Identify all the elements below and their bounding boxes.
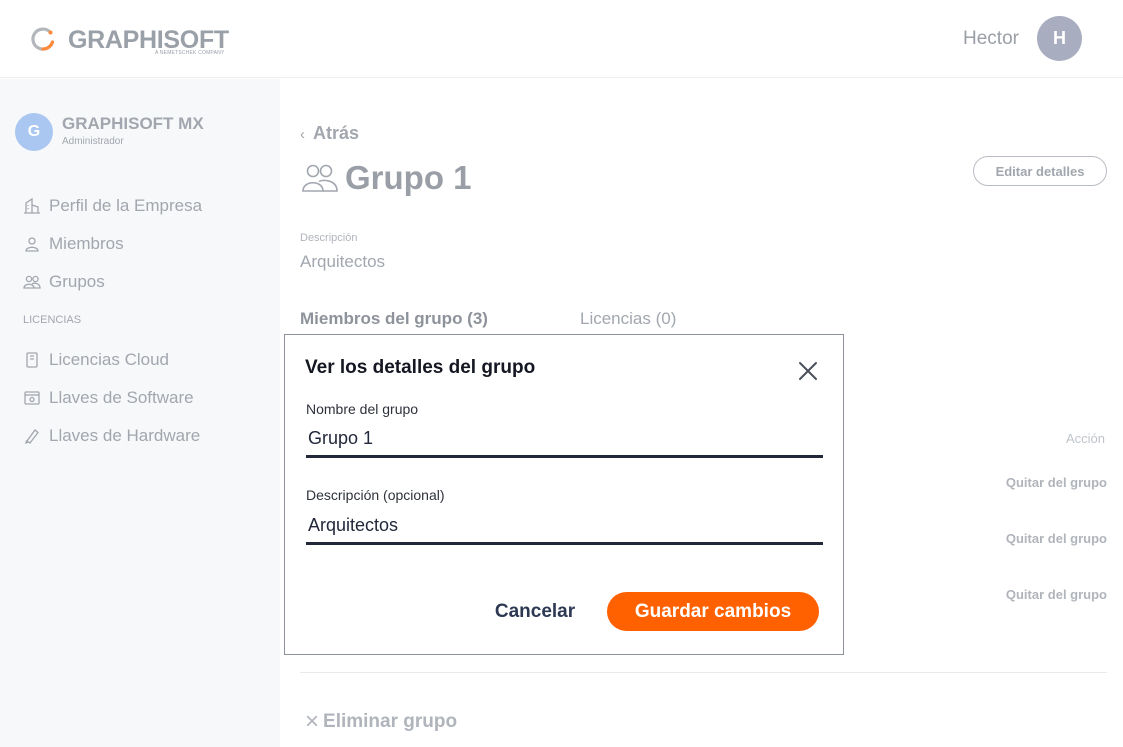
modal-title: Ver los detalles del grupo [305, 357, 536, 378]
sidebar-item-members[interactable]: Miembros [23, 232, 124, 256]
description-input[interactable] [306, 509, 823, 545]
org-role: Administrador [62, 136, 124, 147]
top-header: GRAPHISOFT A NEMETSCHEK COMPANY Hector H [0, 0, 1123, 78]
chevron-left-icon: ‹ [300, 126, 305, 143]
page-title: Grupo 1 [345, 159, 472, 196]
remove-from-group-link[interactable]: Quitar del grupo [997, 475, 1107, 490]
hardware-key-icon [25, 429, 39, 445]
building-icon [24, 197, 40, 214]
logo-subtext: A NEMETSCHEK COMPANY [155, 50, 225, 56]
sidebar-item-label: Grupos [49, 272, 105, 291]
cloud-license-icon [26, 352, 38, 368]
group-icon [302, 164, 338, 192]
delete-group-button[interactable]: × Eliminar grupo [305, 708, 458, 735]
tab-group-members[interactable]: Miembros del grupo (3) [300, 309, 488, 329]
modal-close-button[interactable] [797, 360, 819, 382]
delete-group-label: Eliminar grupo [323, 711, 458, 732]
sidebar-item-label: Llaves de Hardware [49, 426, 201, 445]
sidebar: G GRAPHISOFT MX Administrador Perfil de … [0, 79, 280, 747]
group-icon [23, 275, 41, 289]
sidebar-item-label: Miembros [49, 234, 124, 253]
tab-licenses[interactable]: Licencias (0) [580, 309, 676, 329]
group-name-label: Nombre del grupo [306, 401, 419, 417]
edit-details-button[interactable]: Editar detalles [973, 156, 1107, 186]
org-avatar: G [15, 113, 53, 151]
description-field-label: Descripción (opcional) [306, 487, 445, 503]
remove-from-group-link[interactable]: Quitar del grupo [997, 531, 1107, 546]
close-icon: × [305, 708, 320, 735]
sidebar-item-groups[interactable]: Grupos [23, 270, 105, 294]
group-details-modal: Ver los detalles del grupo Nombre del gr… [284, 334, 844, 655]
graphisoft-logo-icon [31, 27, 55, 51]
cancel-button[interactable]: Cancelar [485, 592, 585, 632]
close-icon [799, 362, 817, 380]
description-value: Arquitectos [300, 252, 386, 271]
divider [300, 672, 1107, 673]
group-name-input[interactable] [306, 422, 823, 458]
description-label: Descripción [300, 232, 358, 244]
software-key-icon [24, 391, 40, 405]
licenses-section-label: LICENCIAS [23, 314, 82, 326]
sidebar-item-label: Llaves de Software [49, 388, 194, 407]
save-changes-button[interactable]: Guardar cambios [607, 592, 819, 631]
sidebar-item-label: Perfil de la Empresa [49, 196, 203, 215]
sidebar-item-company-profile[interactable]: Perfil de la Empresa [23, 194, 202, 218]
sidebar-item-cloud-licenses[interactable]: Licencias Cloud [23, 348, 169, 372]
person-icon [25, 237, 39, 252]
back-link[interactable]: ‹ Atrás [300, 123, 359, 144]
sidebar-item-software-keys[interactable]: Llaves de Software [23, 386, 194, 410]
user-name[interactable]: Hector [963, 28, 1019, 50]
back-label: Atrás [313, 123, 360, 143]
sidebar-item-label: Licencias Cloud [49, 350, 170, 369]
org-name: GRAPHISOFT MX [62, 114, 204, 133]
action-column-header: Acción [1066, 431, 1106, 446]
remove-from-group-link[interactable]: Quitar del grupo [997, 587, 1107, 602]
user-avatar[interactable]: H [1037, 16, 1082, 61]
sidebar-item-hardware-keys[interactable]: Llaves de Hardware [23, 424, 200, 448]
